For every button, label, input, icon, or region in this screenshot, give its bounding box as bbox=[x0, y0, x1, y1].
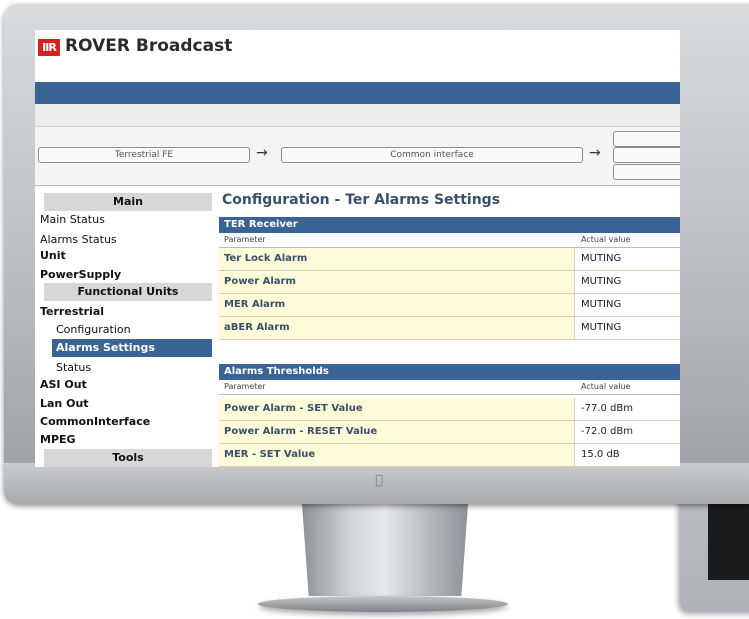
table-title-alarms-thresholds: Alarms Thresholds bbox=[219, 364, 680, 380]
row-parameter: Power Alarm - SET Value bbox=[219, 398, 575, 420]
sidebar-section-tools: Tools bbox=[44, 449, 212, 467]
sidebar-item-configuration[interactable]: Configuration bbox=[56, 323, 131, 337]
table-title-ter-receiver: TER Receiver bbox=[219, 217, 680, 233]
sidebar-item-main-status[interactable]: Main Status bbox=[40, 213, 105, 227]
sidebar: Main Main Status Alarms Status Unit Powe… bbox=[35, 186, 213, 467]
top-navigation-bar bbox=[35, 82, 680, 104]
table-header: Parameter Actual value bbox=[219, 380, 680, 395]
table-row[interactable]: Power Alarm - RESET Value -72.0 dBm bbox=[219, 421, 680, 444]
row-value: MUTING bbox=[576, 271, 680, 293]
row-parameter: Power Alarm bbox=[219, 271, 575, 293]
table-row[interactable]: Power Alarm - SET Value -77.0 dBm bbox=[219, 398, 680, 421]
page-title: Configuration - Ter Alarms Settings bbox=[222, 192, 501, 208]
monitor-stand-neck bbox=[302, 504, 468, 596]
sidebar-section-main: Main bbox=[44, 193, 212, 211]
row-value: MUTING bbox=[576, 317, 680, 339]
column-header-actual-value: Actual value bbox=[581, 235, 631, 244]
brand-logo-icon: IIR bbox=[38, 39, 60, 56]
output-block-2[interactable] bbox=[613, 147, 680, 163]
sidebar-item-terrestrial[interactable]: Terrestrial bbox=[40, 305, 104, 319]
table-row[interactable]: aBER Alarm MUTING bbox=[219, 317, 680, 340]
table-row[interactable]: MER Alarm MUTING bbox=[219, 294, 680, 317]
row-parameter: Power Alarm - RESET Value bbox=[219, 421, 575, 443]
sidebar-item-unit[interactable]: Unit bbox=[40, 249, 66, 263]
row-value: -72.0 dBm bbox=[576, 421, 680, 443]
output-block-1[interactable] bbox=[613, 131, 680, 147]
row-value: MUTING bbox=[576, 248, 680, 270]
row-value: 15.0 dB bbox=[576, 444, 680, 466]
brand-title: ROVER Broadcast bbox=[65, 36, 233, 56]
row-parameter: MER Alarm bbox=[219, 294, 575, 316]
sidebar-item-alarms-status[interactable]: Alarms Status bbox=[40, 233, 117, 247]
table-row[interactable]: MER - SET Value 15.0 dB bbox=[219, 444, 680, 467]
monitor-stand-foot bbox=[258, 596, 508, 612]
row-value: MUTING bbox=[576, 294, 680, 316]
row-parameter: aBER Alarm bbox=[219, 317, 575, 339]
table-row[interactable]: Ter Lock Alarm MUTING bbox=[219, 248, 680, 271]
sidebar-item-status[interactable]: Status bbox=[56, 361, 91, 375]
table-row[interactable]: Power Alarm MUTING bbox=[219, 271, 680, 294]
row-parameter: MER - SET Value bbox=[219, 444, 575, 466]
sidebar-item-asi-out[interactable]: ASI Out bbox=[40, 378, 87, 392]
sidebar-item-mpeg[interactable]: MPEG bbox=[40, 433, 76, 447]
sidebar-item-lan-out[interactable]: Lan Out bbox=[40, 397, 89, 411]
chain-arrow-1: → bbox=[256, 145, 268, 161]
column-header-parameter: Parameter bbox=[224, 235, 266, 244]
signal-chain-diagram: Terrestrial FE → Common interface → bbox=[35, 127, 680, 186]
column-header-parameter: Parameter bbox=[224, 382, 266, 391]
column-header-actual-value: Actual value bbox=[581, 382, 631, 391]
sidebar-item-commoninterface[interactable]: CommonInterface bbox=[40, 415, 150, 429]
header: IIR ROVER Broadcast bbox=[35, 30, 680, 82]
row-parameter: Ter Lock Alarm bbox=[219, 248, 575, 270]
common-interface-block[interactable]: Common interface bbox=[281, 147, 583, 163]
table-header: Parameter Actual value bbox=[219, 233, 680, 248]
terrestrial-fe-block[interactable]: Terrestrial FE bbox=[38, 147, 250, 163]
sidebar-item-powersupply[interactable]: PowerSupply bbox=[40, 268, 121, 282]
screen: IIR ROVER Broadcast Terrestrial FE → Com… bbox=[35, 30, 680, 467]
sidebar-item-alarms-settings[interactable]: Alarms Settings bbox=[52, 339, 212, 357]
row-value: -77.0 dBm bbox=[576, 398, 680, 420]
output-block-3[interactable] bbox=[613, 164, 680, 180]
apple-logo-icon:  bbox=[372, 474, 386, 488]
sub-navigation-bar bbox=[35, 104, 680, 127]
sidebar-section-functional-units: Functional Units bbox=[44, 283, 212, 301]
chain-arrow-2: → bbox=[589, 145, 601, 161]
